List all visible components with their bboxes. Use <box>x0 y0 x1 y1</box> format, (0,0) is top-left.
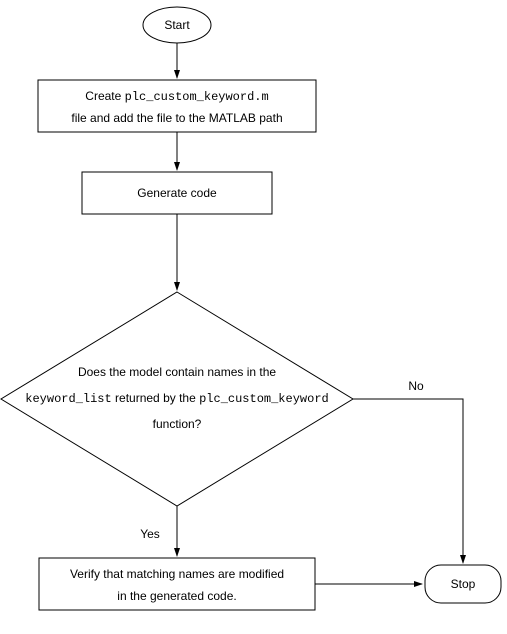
step2-label: Generate code <box>137 186 217 200</box>
arrow-decision-no <box>353 399 463 563</box>
step1-line1: Create plc_custom_keyword.m <box>85 89 268 104</box>
branch-no-label: No <box>408 379 424 393</box>
decision-line3: function? <box>153 417 202 431</box>
branch-yes-label: Yes <box>140 527 160 541</box>
decision-line2: keyword_list returned by the plc_custom_… <box>25 391 328 406</box>
step3-line2: in the generated code. <box>117 589 236 603</box>
decision-line1: Does the model contain names in the <box>78 365 276 379</box>
stop-label: Stop <box>451 577 476 591</box>
step3-line1: Verify that matching names are modified <box>70 567 284 581</box>
start-label: Start <box>164 18 190 32</box>
step1-line2: file and add the file to the MATLAB path <box>71 111 282 125</box>
